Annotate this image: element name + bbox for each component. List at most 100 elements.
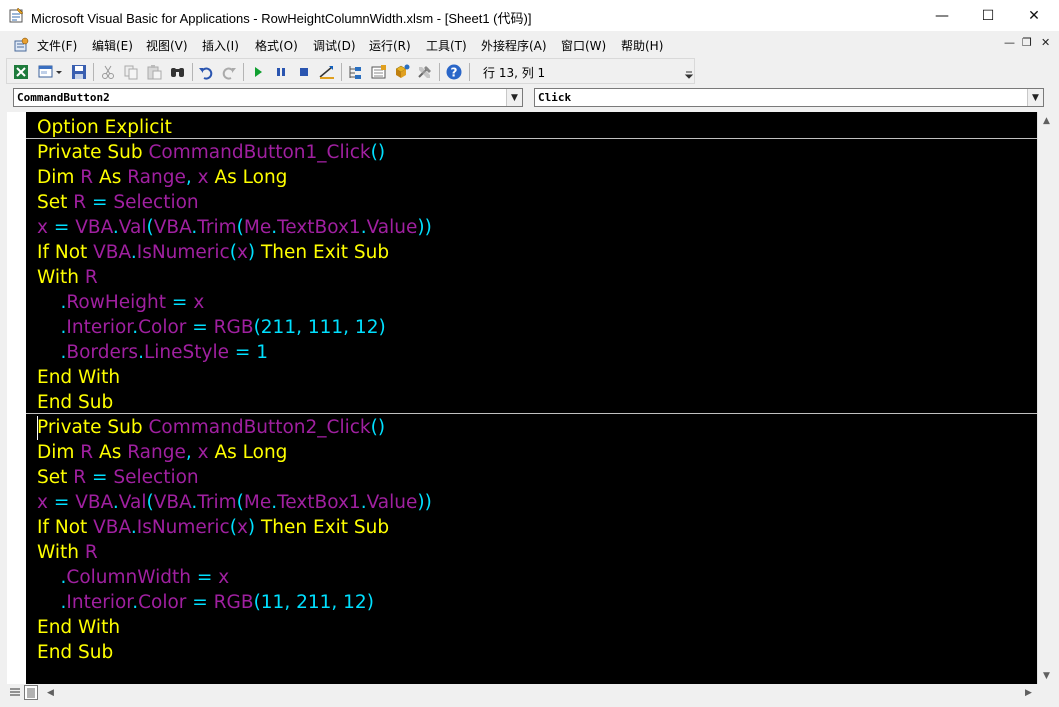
- code-token: VBA: [153, 217, 192, 238]
- procedure-dropdown[interactable]: Click ▼: [534, 88, 1044, 107]
- chevron-down-icon[interactable]: [55, 63, 63, 81]
- redo-icon[interactable]: [220, 63, 238, 81]
- toolbar-options-icon[interactable]: [684, 61, 694, 81]
- vba-module-icon[interactable]: [13, 37, 29, 53]
- child-close-button[interactable]: ✕: [1041, 36, 1050, 49]
- menu-run[interactable]: 运行(R): [369, 37, 411, 54]
- menu-addins[interactable]: 外接程序(A): [481, 37, 547, 54]
- code-line[interactable]: Dim R As Range, x As Long: [37, 440, 287, 465]
- excel-icon[interactable]: [12, 63, 30, 81]
- copy-icon[interactable]: [122, 63, 140, 81]
- menu-view[interactable]: 视图(V): [146, 37, 188, 54]
- maximize-button[interactable]: ☐: [965, 0, 1011, 31]
- properties-icon[interactable]: [370, 63, 388, 81]
- code-line[interactable]: x = VBA.Val(VBA.Trim(Me.TextBox1.Value)): [37, 215, 432, 240]
- code-token: Then Exit Sub: [255, 242, 390, 263]
- code-token: Private Sub: [37, 417, 149, 438]
- chevron-down-icon[interactable]: ▼: [506, 89, 522, 106]
- menu-file[interactable]: 文件(F): [37, 37, 77, 54]
- code-token: x: [236, 242, 248, 263]
- code-token: IsNumeric: [136, 242, 230, 263]
- find-icon[interactable]: [169, 63, 187, 81]
- code-token: R: [84, 267, 98, 288]
- code-token: End With: [37, 367, 121, 388]
- toolbox-icon[interactable]: [416, 63, 434, 81]
- code-line[interactable]: Private Sub CommandButton1_Click(): [37, 140, 385, 165]
- code-line[interactable]: .RowHeight = x: [37, 290, 205, 315]
- full-module-view-button[interactable]: [24, 685, 38, 700]
- code-token: Trim: [197, 492, 237, 513]
- vba-app-icon: [9, 7, 24, 23]
- code-line[interactable]: If Not VBA.IsNumeric(x) Then Exit Sub: [37, 515, 389, 540]
- code-token: =: [47, 217, 76, 238]
- code-token: As: [93, 442, 128, 463]
- menu-help[interactable]: 帮助(H): [621, 37, 663, 54]
- menu-tools[interactable]: 工具(T): [426, 37, 467, 54]
- code-line[interactable]: With R: [37, 540, 98, 565]
- code-token: x: [193, 292, 205, 313]
- code-line[interactable]: End Sub: [37, 390, 113, 415]
- scroll-right-icon[interactable]: ▶: [1020, 684, 1037, 702]
- code-editor[interactable]: Option Explicit Private Sub CommandButton…: [26, 112, 1037, 684]
- code-line[interactable]: Set R = Selection: [37, 465, 199, 490]
- code-line[interactable]: End Sub: [37, 640, 113, 665]
- code-token: x: [218, 567, 230, 588]
- close-button[interactable]: ✕: [1011, 0, 1057, 31]
- code-line[interactable]: x = VBA.Val(VBA.Trim(Me.TextBox1.Value)): [37, 490, 432, 515]
- menu-edit[interactable]: 编辑(E): [92, 37, 133, 54]
- code-token: R: [80, 442, 94, 463]
- break-icon[interactable]: [272, 63, 290, 81]
- design-mode-icon[interactable]: [318, 63, 336, 81]
- code-line[interactable]: .Borders.LineStyle = 1: [37, 340, 269, 365]
- project-explorer-icon[interactable]: [347, 63, 365, 81]
- vertical-scrollbar[interactable]: ▲ ▼: [1037, 112, 1054, 684]
- code-token: x: [191, 167, 209, 188]
- child-minimize-button[interactable]: —: [1004, 36, 1015, 49]
- code-line[interactable]: With R: [37, 265, 98, 290]
- margin-indicator-bar[interactable]: [7, 112, 26, 684]
- code-token: Interior: [66, 317, 133, 338]
- child-restore-button[interactable]: ❐: [1022, 36, 1032, 49]
- code-token: VBA: [153, 492, 192, 513]
- run-icon[interactable]: [249, 63, 267, 81]
- undo-icon[interactable]: [197, 63, 215, 81]
- help-icon[interactable]: ?: [445, 63, 463, 81]
- menu-insert[interactable]: 插入(I): [202, 37, 239, 54]
- code-token: TextBox1: [277, 217, 361, 238]
- menu-window[interactable]: 窗口(W): [561, 37, 606, 54]
- code-line[interactable]: .Interior.Color = RGB(11, 211, 12): [37, 590, 374, 615]
- insert-userform-icon[interactable]: [37, 63, 55, 81]
- code-line[interactable]: End With: [37, 615, 120, 640]
- scroll-down-icon[interactable]: ▼: [1038, 667, 1055, 684]
- code-token: )): [417, 217, 432, 238]
- menu-debug[interactable]: 调试(D): [313, 37, 356, 54]
- object-dropdown[interactable]: CommandButton2 ▼: [13, 88, 523, 107]
- paste-icon[interactable]: [145, 63, 163, 81]
- cut-icon[interactable]: [99, 63, 117, 81]
- chevron-down-icon[interactable]: ▼: [1027, 89, 1043, 106]
- toolbar-separator: [439, 63, 440, 81]
- code-line[interactable]: End With: [37, 365, 120, 390]
- object-browser-icon[interactable]: [393, 63, 411, 81]
- code-token: =: [86, 467, 114, 488]
- scroll-left-icon[interactable]: ◀: [42, 684, 59, 702]
- code-line[interactable]: If Not VBA.IsNumeric(x) Then Exit Sub: [37, 240, 389, 265]
- toolbar-separator: [469, 63, 470, 81]
- code-token: =: [166, 292, 194, 313]
- code-line[interactable]: .ColumnWidth = x: [37, 565, 230, 590]
- save-icon[interactable]: [70, 63, 88, 81]
- code-line[interactable]: Set R = Selection: [37, 190, 199, 215]
- code-line[interactable]: Option Explicit: [37, 115, 172, 140]
- code-line[interactable]: Private Sub CommandButton2_Click(): [37, 415, 385, 440]
- code-line[interactable]: .Interior.Color = RGB(211, 111, 12): [37, 315, 386, 340]
- scroll-up-icon[interactable]: ▲: [1038, 112, 1055, 129]
- minimize-button[interactable]: —: [919, 0, 965, 31]
- reset-icon[interactable]: [295, 63, 313, 81]
- procedure-view-button[interactable]: [8, 685, 22, 700]
- horizontal-scroll-track[interactable]: [59, 684, 1020, 702]
- code-line[interactable]: Dim R As Range, x As Long: [37, 165, 287, 190]
- code-token: As: [93, 167, 128, 188]
- menu-format[interactable]: 格式(O): [255, 37, 298, 54]
- code-token: Val: [118, 492, 147, 513]
- code-token: End Sub: [37, 642, 114, 663]
